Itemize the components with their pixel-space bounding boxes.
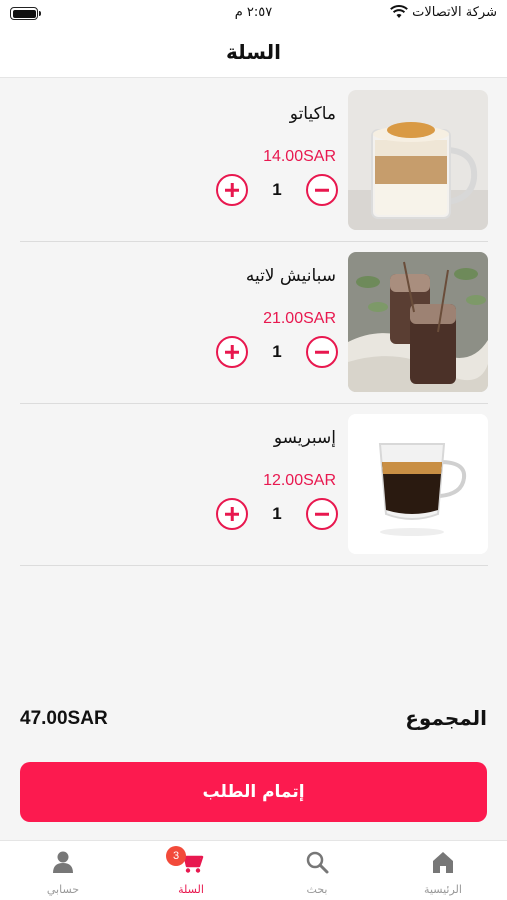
increase-quantity-button[interactable] [216, 498, 248, 530]
wifi-icon [390, 5, 408, 18]
page-title: السلة [225, 40, 281, 64]
nav-item-home[interactable]: الرئيسية [380, 841, 506, 900]
nav-label: بحث [306, 883, 328, 896]
carrier-name: شركة الاتصالات [412, 5, 497, 20]
quantity-stepper: 1 [216, 498, 338, 532]
person-icon [53, 851, 73, 873]
checkout-button[interactable]: إتمام الطلب [20, 762, 487, 822]
item-name: إسبريسو [273, 428, 336, 448]
increase-quantity-button[interactable] [216, 174, 248, 206]
nav-item-account[interactable]: حسابي [0, 841, 126, 900]
bottom-navigation: حسابي 3 السلة بحث الرئيسية [0, 840, 507, 900]
product-image-spanish-latte [348, 252, 488, 392]
nav-label: حسابي [46, 883, 80, 896]
item-price: 12.00SAR [263, 472, 336, 489]
cart-item: سبانيش لاتيه 21.00SAR 1 [20, 242, 488, 404]
home-icon [433, 852, 453, 873]
product-image-espresso [348, 414, 488, 554]
quantity-stepper: 1 [216, 174, 338, 208]
increase-quantity-button[interactable] [216, 336, 248, 368]
app-header: السلة [0, 30, 507, 78]
decrease-quantity-button[interactable] [306, 498, 338, 530]
status-bar: ٢:٥٧ م شركة الاتصالات [0, 0, 507, 30]
decrease-quantity-button[interactable] [306, 174, 338, 206]
cart-item: إسبريسو 12.00SAR 1 [20, 404, 488, 566]
item-price: 21.00SAR [263, 310, 336, 327]
decrease-quantity-button[interactable] [306, 336, 338, 368]
nav-label: السلة [178, 883, 204, 896]
item-name: سبانيش لاتيه [245, 266, 336, 286]
nav-label: الرئيسية [424, 883, 462, 896]
search-icon [306, 851, 329, 874]
item-name: ماكياتو [289, 104, 336, 124]
cart-count-badge: 3 [166, 846, 186, 866]
product-image-macchiato [348, 90, 488, 230]
nav-item-cart[interactable]: 3 السلة [128, 841, 254, 900]
cart-item: ماكياتو 14.00SAR 1 [20, 80, 488, 242]
quantity-value: 1 [272, 342, 282, 361]
quantity-value: 1 [272, 180, 282, 199]
quantity-stepper: 1 [216, 336, 338, 370]
total-value: 47.00SAR [20, 708, 108, 729]
nav-item-search[interactable]: بحث [254, 841, 380, 900]
quantity-value: 1 [272, 504, 282, 523]
total-label: المجموع [405, 706, 487, 730]
item-price: 14.00SAR [263, 148, 336, 165]
